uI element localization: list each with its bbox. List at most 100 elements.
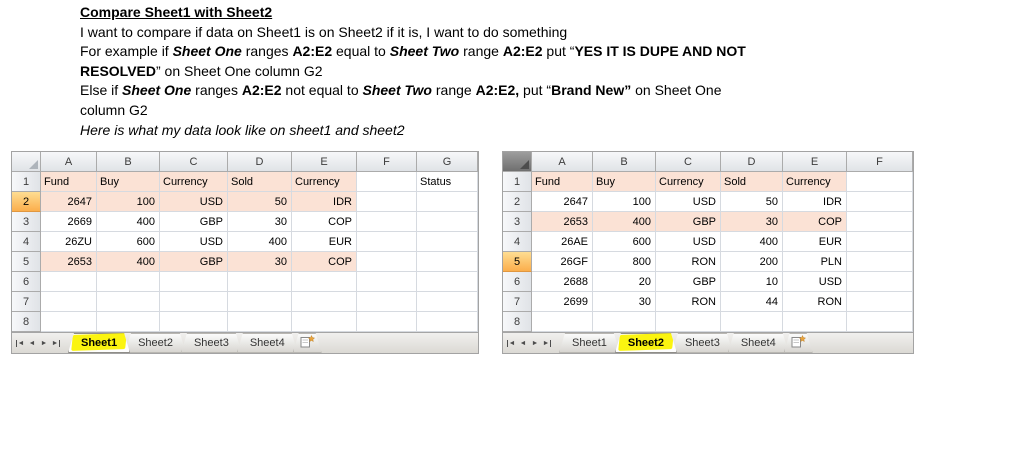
cell-f2[interactable] xyxy=(847,192,913,212)
cell-f3[interactable] xyxy=(847,212,913,232)
cell-d8[interactable] xyxy=(228,312,292,332)
cell-g4[interactable] xyxy=(417,232,478,252)
cell-d1[interactable]: Sold xyxy=(721,172,783,192)
prev-sheet-icon[interactable]: ◄ xyxy=(517,340,529,347)
cell-a6[interactable]: 2688 xyxy=(532,272,593,292)
row-header-3[interactable]: 3 xyxy=(503,212,532,232)
cell-b7[interactable] xyxy=(97,292,160,312)
sheet-tab-sheet4[interactable]: Sheet4 xyxy=(728,333,789,353)
sheet-tab-sheet3[interactable]: Sheet3 xyxy=(181,333,242,353)
cell-e2[interactable]: IDR xyxy=(783,192,847,212)
cell-e7[interactable] xyxy=(292,292,357,312)
cell-c1[interactable]: Currency xyxy=(160,172,228,192)
cell-b8[interactable] xyxy=(97,312,160,332)
cell-a2[interactable]: 2647 xyxy=(532,192,593,212)
cell-f7[interactable] xyxy=(847,292,913,312)
cell-c7[interactable] xyxy=(160,292,228,312)
cell-a3[interactable]: 2669 xyxy=(41,212,97,232)
cell-f6[interactable] xyxy=(847,272,913,292)
cell-d6[interactable] xyxy=(228,272,292,292)
cell-d4[interactable]: 400 xyxy=(721,232,783,252)
cell-c8[interactable] xyxy=(160,312,228,332)
cell-c2[interactable]: USD xyxy=(160,192,228,212)
cell-g2[interactable] xyxy=(417,192,478,212)
column-header-a[interactable]: A xyxy=(532,152,593,172)
cell-f7[interactable] xyxy=(357,292,417,312)
cell-g3[interactable] xyxy=(417,212,478,232)
cell-b3[interactable]: 400 xyxy=(593,212,656,232)
cell-e1[interactable]: Currency xyxy=(783,172,847,192)
column-header-c[interactable]: C xyxy=(656,152,721,172)
row-header-7[interactable]: 7 xyxy=(503,292,532,312)
cell-a2[interactable]: 2647 xyxy=(41,192,97,212)
select-all-corner[interactable] xyxy=(503,152,532,172)
cell-g8[interactable] xyxy=(417,312,478,332)
cell-f2[interactable] xyxy=(357,192,417,212)
prev-sheet-icon[interactable]: ◄ xyxy=(26,340,38,347)
cell-d4[interactable]: 400 xyxy=(228,232,292,252)
row-header-5[interactable]: 5 xyxy=(12,252,41,272)
cell-b5[interactable]: 800 xyxy=(593,252,656,272)
cell-b7[interactable]: 30 xyxy=(593,292,656,312)
cell-a1[interactable]: Fund xyxy=(532,172,593,192)
last-sheet-icon[interactable]: ► xyxy=(541,340,553,347)
cell-g7[interactable] xyxy=(417,292,478,312)
cell-a5[interactable]: 26GF xyxy=(532,252,593,272)
cell-b8[interactable] xyxy=(593,312,656,332)
cell-a1[interactable]: Fund xyxy=(41,172,97,192)
cell-d8[interactable] xyxy=(721,312,783,332)
first-sheet-icon[interactable]: ◄ xyxy=(14,340,26,347)
cell-f1[interactable] xyxy=(847,172,913,192)
sheet-tab-sheet1[interactable]: Sheet1 xyxy=(559,333,620,353)
cell-c7[interactable]: RON xyxy=(656,292,721,312)
row-header-1[interactable]: 1 xyxy=(12,172,41,192)
column-header-e[interactable]: E xyxy=(783,152,847,172)
cell-f8[interactable] xyxy=(847,312,913,332)
cell-a4[interactable]: 26ZU xyxy=(41,232,97,252)
last-sheet-icon[interactable]: ► xyxy=(50,340,62,347)
cell-c4[interactable]: USD xyxy=(160,232,228,252)
row-header-2[interactable]: 2 xyxy=(12,192,41,212)
cell-f8[interactable] xyxy=(357,312,417,332)
row-header-4[interactable]: 4 xyxy=(503,232,532,252)
cell-e4[interactable]: EUR xyxy=(292,232,357,252)
cell-e5[interactable]: PLN xyxy=(783,252,847,272)
cell-a8[interactable] xyxy=(41,312,97,332)
cell-a4[interactable]: 26AE xyxy=(532,232,593,252)
row-header-8[interactable]: 8 xyxy=(503,312,532,332)
cell-g1[interactable]: Status xyxy=(417,172,478,192)
cell-e4[interactable]: EUR xyxy=(783,232,847,252)
row-header-8[interactable]: 8 xyxy=(12,312,41,332)
column-header-f[interactable]: F xyxy=(847,152,913,172)
cell-f4[interactable] xyxy=(847,232,913,252)
column-header-a[interactable]: A xyxy=(41,152,97,172)
cell-e6[interactable]: USD xyxy=(783,272,847,292)
cell-e3[interactable]: COP xyxy=(783,212,847,232)
cell-c6[interactable] xyxy=(160,272,228,292)
column-header-b[interactable]: B xyxy=(97,152,160,172)
cell-d7[interactable]: 44 xyxy=(721,292,783,312)
cell-b6[interactable]: 20 xyxy=(593,272,656,292)
select-all-corner[interactable] xyxy=(12,152,41,172)
cell-e5[interactable]: COP xyxy=(292,252,357,272)
row-header-4[interactable]: 4 xyxy=(12,232,41,252)
next-sheet-icon[interactable]: ► xyxy=(529,340,541,347)
cell-b1[interactable]: Buy xyxy=(97,172,160,192)
cell-c5[interactable]: GBP xyxy=(160,252,228,272)
cell-g6[interactable] xyxy=(417,272,478,292)
sheet-tab-sheet1[interactable]: Sheet1 xyxy=(68,333,130,353)
cell-a3[interactable]: 2653 xyxy=(532,212,593,232)
cell-c3[interactable]: GBP xyxy=(656,212,721,232)
cell-f1[interactable] xyxy=(357,172,417,192)
column-header-d[interactable]: D xyxy=(228,152,292,172)
column-header-b[interactable]: B xyxy=(593,152,656,172)
row-header-6[interactable]: 6 xyxy=(12,272,41,292)
cell-c6[interactable]: GBP xyxy=(656,272,721,292)
cell-d2[interactable]: 50 xyxy=(228,192,292,212)
cell-g5[interactable] xyxy=(417,252,478,272)
cell-f6[interactable] xyxy=(357,272,417,292)
cell-d5[interactable]: 30 xyxy=(228,252,292,272)
cell-f4[interactable] xyxy=(357,232,417,252)
cell-d3[interactable]: 30 xyxy=(228,212,292,232)
cell-f5[interactable] xyxy=(847,252,913,272)
